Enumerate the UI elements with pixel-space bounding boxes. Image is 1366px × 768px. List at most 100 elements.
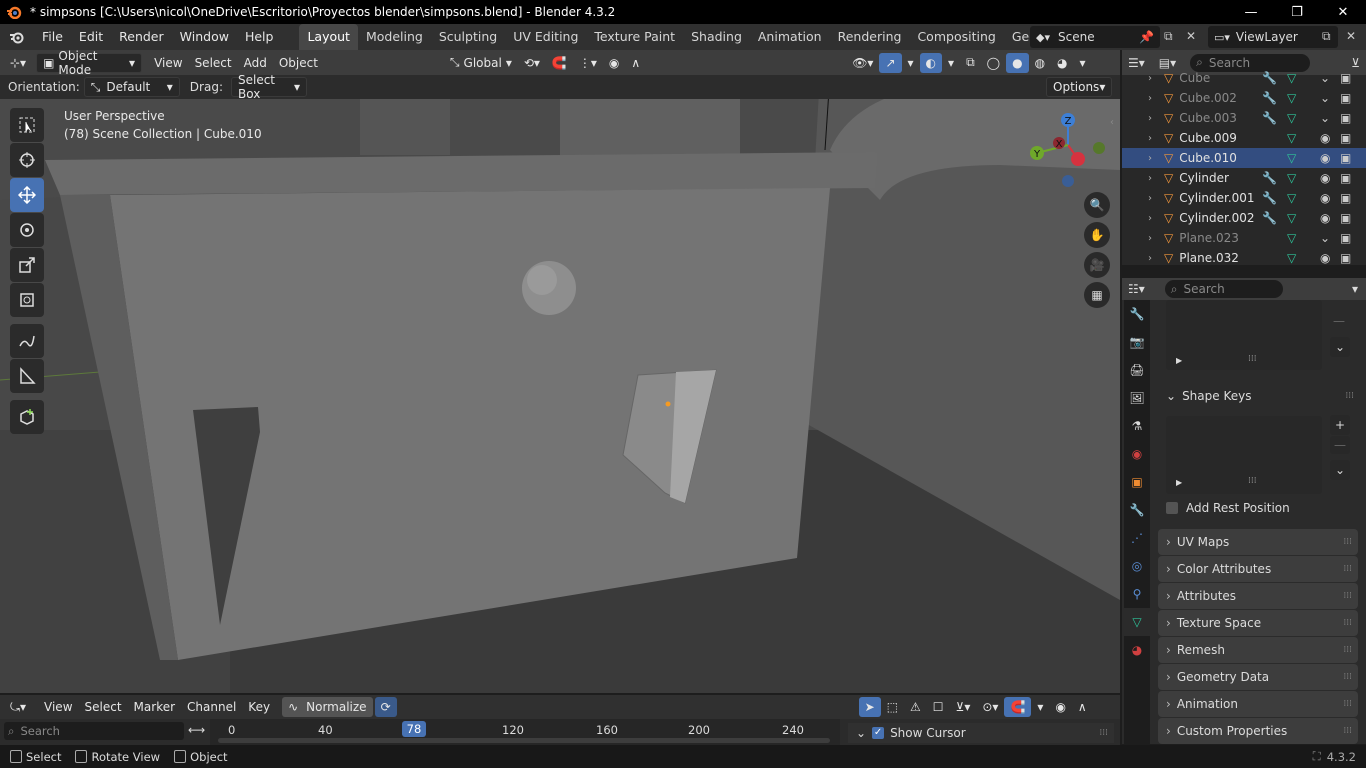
drag-handle-icon[interactable]: ⁞⁞⁞: [1343, 645, 1352, 655]
camera-icon[interactable]: ▣: [1340, 191, 1351, 205]
expand-arrow-icon[interactable]: ›: [1148, 133, 1152, 144]
list-specials-icon[interactable]: ⌄: [1330, 337, 1350, 357]
scale-tool-icon[interactable]: [10, 248, 44, 282]
physics-tab-icon[interactable]: ◎: [1124, 552, 1150, 580]
show-cursor-checkbox[interactable]: ✓: [872, 727, 885, 739]
menu-select[interactable]: Select: [189, 53, 238, 73]
outliner-row[interactable]: › ▽ Cube.002 🔧 ▽ ⌄ ▣: [1122, 88, 1366, 108]
timeline-scrollbar[interactable]: [218, 738, 830, 743]
drag-handle-icon[interactable]: ⁞⁞⁞: [1343, 591, 1352, 601]
panel-geometry-data[interactable]: › Geometry Data ⁞⁞⁞: [1158, 664, 1358, 690]
overlay-toggle-icon[interactable]: ◐: [919, 52, 943, 73]
drag-handle-icon[interactable]: ⁞⁞⁞: [1343, 699, 1352, 709]
particles-tab-icon[interactable]: ⋰: [1124, 524, 1150, 552]
new-scene-icon[interactable]: ⧉: [1164, 29, 1173, 44]
camera-view-icon[interactable]: 🎥: [1084, 252, 1110, 278]
tab-uv-editing[interactable]: UV Editing: [505, 24, 586, 50]
wireframe-shading-icon[interactable]: ◯: [981, 53, 1006, 73]
expand-arrow-icon[interactable]: ›: [1148, 253, 1152, 264]
shape-keys-list[interactable]: ▶ ⁞⁞⁞: [1166, 416, 1322, 494]
gizmo-toggle-icon[interactable]: ↗: [879, 52, 902, 73]
output-tab-icon[interactable]: 🖨: [1124, 356, 1150, 384]
eye-icon[interactable]: ◉: [1320, 211, 1330, 225]
render-tab-icon[interactable]: 📷: [1124, 328, 1150, 356]
material-tab-icon[interactable]: ◕: [1124, 636, 1150, 664]
outliner-row[interactable]: › ▽ Plane.032 ▽ ◉ ▣: [1122, 248, 1366, 265]
camera-icon[interactable]: ▣: [1340, 251, 1351, 265]
viewlayer-selector[interactable]: ▭▾ ViewLayer: [1208, 26, 1338, 48]
rendered-shading-icon[interactable]: ◕: [1051, 53, 1073, 73]
overlay-dropdown-icon[interactable]: ▾: [942, 53, 960, 73]
properties-options-icon[interactable]: ▾: [1352, 282, 1358, 296]
close-icon[interactable]: ✕: [1320, 0, 1366, 24]
zoom-icon[interactable]: 🔍: [1084, 192, 1110, 218]
eye-icon[interactable]: ⌄: [1320, 231, 1330, 245]
gizmo-dropdown-icon[interactable]: ▾: [902, 53, 920, 73]
eye-icon[interactable]: ⌄: [1320, 71, 1330, 85]
expand-arrow-icon[interactable]: ›: [1148, 213, 1152, 224]
panel-color-attributes[interactable]: › Color Attributes ⁞⁞⁞: [1158, 556, 1358, 582]
material-shading-icon[interactable]: ◍: [1029, 53, 1051, 73]
camera-icon[interactable]: ▣: [1340, 231, 1351, 245]
menu-file[interactable]: File: [34, 24, 71, 50]
menu-render[interactable]: Render: [111, 24, 172, 50]
transform-tool-icon[interactable]: [10, 283, 44, 317]
world-tab-icon[interactable]: ◉: [1124, 440, 1150, 468]
tab-modeling[interactable]: Modeling: [358, 24, 431, 50]
visibility-icon[interactable]: 👁▾: [846, 53, 879, 73]
move-tool-icon[interactable]: [10, 178, 44, 212]
annotate-tool-icon[interactable]: [10, 324, 44, 358]
solid-shading-icon[interactable]: ●: [1006, 52, 1029, 73]
xray-icon[interactable]: ⧉: [960, 53, 981, 73]
panel-remesh[interactable]: › Remesh ⁞⁞⁞: [1158, 637, 1358, 663]
snap-icon[interactable]: ⊙▾: [976, 697, 1004, 717]
tab-rendering[interactable]: Rendering: [830, 24, 910, 50]
camera-icon[interactable]: ▣: [1340, 171, 1351, 185]
expand-arrow-icon[interactable]: ›: [1148, 193, 1152, 204]
outliner-row[interactable]: › ▽ Cube.010 ▽ ◉ ▣: [1122, 148, 1366, 168]
drag-handle-icon[interactable]: ⁞⁞⁞: [1099, 728, 1108, 738]
measure-tool-icon[interactable]: [10, 359, 44, 393]
eye-icon[interactable]: ◉: [1320, 171, 1330, 185]
tab-shading[interactable]: Shading: [683, 24, 750, 50]
expand-arrow-icon[interactable]: ›: [1148, 73, 1152, 84]
expand-arrow-icon[interactable]: ›: [1148, 173, 1152, 184]
data-tab-icon[interactable]: ▽: [1124, 608, 1150, 636]
drag-handle-icon[interactable]: ⁞⁞⁞: [1343, 618, 1352, 628]
menu-add[interactable]: Add: [238, 53, 273, 73]
navigation-gizmo[interactable]: Z Y X: [1025, 110, 1115, 190]
remove-icon[interactable]: —: [1333, 314, 1345, 328]
transform-orientation-dropdown[interactable]: ⤡ Global ▾: [444, 53, 518, 73]
options-dropdown[interactable]: Options ▾: [1046, 77, 1112, 97]
timeline-menu-channel[interactable]: Channel: [181, 697, 242, 717]
timeline-search-input[interactable]: ⌕ Search: [4, 722, 184, 740]
new-viewlayer-icon[interactable]: ⧉: [1322, 29, 1331, 44]
eye-icon[interactable]: ◉: [1320, 251, 1330, 265]
resize-handle-icon[interactable]: ⁞⁞⁞: [1248, 354, 1257, 364]
constraints-tab-icon[interactable]: ⚲: [1124, 580, 1150, 608]
tab-texture-paint[interactable]: Texture Paint: [586, 24, 683, 50]
menu-object[interactable]: Object: [273, 53, 324, 73]
scene-tab-icon[interactable]: ⚗: [1124, 412, 1150, 440]
shape-keys-header[interactable]: ⌄ Shape Keys ⁞⁞⁞: [1158, 383, 1358, 409]
tab-layout[interactable]: Layout: [299, 24, 358, 50]
falloff-icon[interactable]: ∧: [1072, 697, 1093, 717]
camera-icon[interactable]: ▣: [1340, 211, 1351, 225]
pan-hand-icon[interactable]: ✋: [1084, 222, 1110, 248]
cursor-tool-icon[interactable]: [10, 143, 44, 177]
object-tab-icon[interactable]: ▣: [1124, 468, 1150, 496]
menu-edit[interactable]: Edit: [71, 24, 111, 50]
camera-icon[interactable]: ▣: [1340, 111, 1351, 125]
add-shape-key-icon[interactable]: +: [1330, 415, 1350, 435]
expand-arrow-icon[interactable]: ›: [1148, 93, 1152, 104]
timeline-menu-view[interactable]: View: [38, 697, 78, 717]
drag-handle-icon[interactable]: ⁞⁞⁞: [1343, 726, 1352, 736]
pivot-icon[interactable]: ⟲▾: [518, 53, 546, 73]
properties-search-input[interactable]: ⌕ Search: [1164, 280, 1283, 298]
only-errors-icon[interactable]: ⚠: [904, 697, 927, 717]
panel-uv-maps[interactable]: › UV Maps ⁞⁞⁞: [1158, 529, 1358, 555]
maximize-icon[interactable]: ❐: [1274, 0, 1320, 24]
outliner-row[interactable]: › ▽ Cube.009 ▽ ◉ ▣: [1122, 128, 1366, 148]
view-layer-tab-icon[interactable]: 🖼: [1124, 384, 1150, 412]
3d-viewport[interactable]: User Perspective (78) Scene Collection |…: [0, 75, 1120, 693]
